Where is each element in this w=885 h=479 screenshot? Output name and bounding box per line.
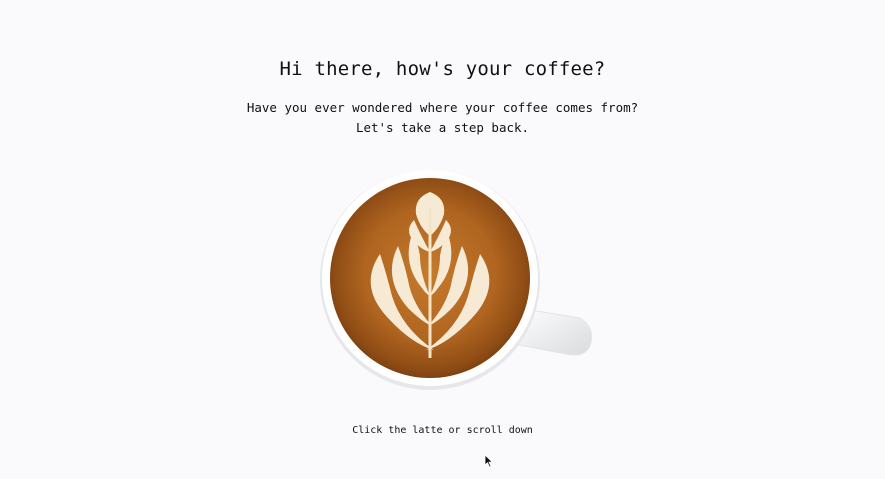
intro-line-1: Have you ever wondered where your coffee…: [246, 100, 639, 115]
mouse-pointer-icon: [484, 453, 494, 468]
intro-text: Have you ever wondered where your coffee…: [0, 98, 885, 138]
intro-line-2: Let's take a step back.: [355, 120, 530, 135]
page-title: Hi there, how's your coffee?: [279, 58, 606, 80]
latte-cup-button[interactable]: [318, 168, 598, 392]
latte-art-cup-icon: [320, 170, 593, 390]
scroll-hint: Click the latte or scroll down: [352, 425, 533, 436]
